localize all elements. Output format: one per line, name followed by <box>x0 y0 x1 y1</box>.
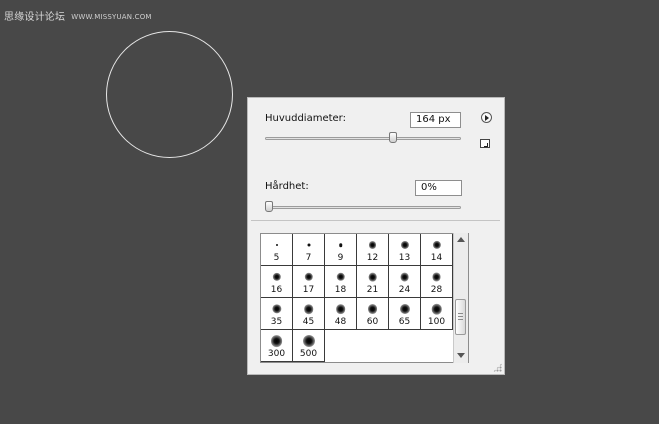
brush-preset-item[interactable]: 12 <box>357 234 389 266</box>
brush-preset-item[interactable]: 9 <box>325 234 357 266</box>
watermark: 思缘设计论坛 WWW.MISSYUAN.COM <box>4 8 152 23</box>
brush-preset-item[interactable]: 16 <box>261 266 293 298</box>
brush-size-label: 17 <box>302 285 315 295</box>
brush-cursor-circle <box>106 31 233 158</box>
brush-size-label: 21 <box>366 285 379 295</box>
brush-tip-icon <box>368 241 377 249</box>
brush-size-label: 18 <box>334 285 347 295</box>
brush-preset-item[interactable]: 14 <box>421 234 453 266</box>
brush-preset-item[interactable]: 60 <box>357 298 389 330</box>
scroll-thumb[interactable] <box>455 299 466 335</box>
hardness-slider-track[interactable] <box>265 206 461 209</box>
brush-size-label: 100 <box>427 317 446 327</box>
brush-preset-item[interactable]: 500 <box>293 330 325 362</box>
brush-preset-item[interactable]: 45 <box>293 298 325 330</box>
brush-size-label: 28 <box>430 285 443 295</box>
brush-size-label: 500 <box>299 349 318 359</box>
brush-tip-icon <box>400 272 409 282</box>
brush-size-label: 7 <box>305 253 312 263</box>
brush-tip-icon <box>275 244 278 246</box>
new-preset-icon[interactable] <box>480 139 490 148</box>
main-diameter-slider-thumb[interactable] <box>389 132 398 143</box>
brush-preset-item[interactable]: 28 <box>421 266 453 298</box>
brush-tip-icon <box>368 272 377 282</box>
brush-tip-icon <box>335 304 346 314</box>
brush-tip-icon <box>302 335 315 347</box>
brush-size-label: 35 <box>270 317 283 327</box>
brush-preset-item[interactable]: 17 <box>293 266 325 298</box>
brush-size-label: 45 <box>302 317 315 327</box>
brush-preset-item[interactable]: 5 <box>261 234 293 266</box>
hardness-slider-thumb[interactable] <box>265 201 273 212</box>
brush-preset-item[interactable]: 48 <box>325 298 357 330</box>
main-diameter-field[interactable]: 164 px <box>410 112 461 128</box>
preset-scrollbar[interactable] <box>453 233 468 363</box>
brush-tip-icon <box>270 335 283 347</box>
brush-preset-item[interactable]: 65 <box>389 298 421 330</box>
brush-preset-grid: 5 7 9 12 13 14 16 17 18 21 24 28 35 45 48 60 65 100 300 500 <box>261 234 453 362</box>
scroll-up-icon[interactable] <box>457 237 465 242</box>
brush-size-label: 60 <box>366 317 379 327</box>
hardness-label: Hårdhet: <box>265 181 309 192</box>
brush-tip-icon <box>338 243 343 247</box>
brush-size-label: 9 <box>337 253 344 263</box>
brush-size-label: 12 <box>366 253 379 263</box>
brush-size-label: 65 <box>398 317 411 327</box>
brush-tip-icon <box>336 272 345 282</box>
scroll-down-icon[interactable] <box>457 353 465 358</box>
hardness-field[interactable]: 0% <box>415 180 462 196</box>
main-diameter-slider-track[interactable] <box>265 137 461 140</box>
watermark-text: 思缘设计论坛 <box>4 12 66 23</box>
circle-arrow-right-icon[interactable] <box>481 112 492 123</box>
brush-preset-item[interactable]: 7 <box>293 234 325 266</box>
brush-size-label: 5 <box>273 253 280 263</box>
brush-preset-item[interactable]: 300 <box>261 330 293 362</box>
brush-tip-icon <box>303 304 314 314</box>
brush-preset-item[interactable]: 13 <box>389 234 421 266</box>
brush-size-label: 24 <box>398 285 411 295</box>
brush-tip-icon <box>400 240 409 250</box>
brush-preset-panel: Huvuddiameter: 164 px Hårdhet: 0% 5 7 9 12 1… <box>247 97 505 375</box>
brush-preset-list: 5 7 9 12 13 14 16 17 18 21 24 28 35 45 48 60 65 100 300 500 <box>260 233 469 363</box>
brush-tip-icon <box>399 304 410 314</box>
resize-grip-icon[interactable] <box>493 363 502 372</box>
brush-tip-icon <box>307 243 310 247</box>
brush-preset-item[interactable]: 21 <box>357 266 389 298</box>
brush-size-label: 16 <box>270 285 283 295</box>
brush-size-label: 14 <box>430 253 443 263</box>
main-diameter-label: Huvuddiameter: <box>265 113 346 124</box>
brush-preset-item[interactable]: 18 <box>325 266 357 298</box>
brush-tip-icon <box>271 304 282 314</box>
brush-preset-item[interactable]: 35 <box>261 298 293 330</box>
brush-tip-icon <box>367 304 378 314</box>
brush-tip-icon <box>304 272 313 282</box>
brush-tip-icon <box>431 303 442 315</box>
brush-size-label: 48 <box>334 317 347 327</box>
brush-preset-item[interactable]: 24 <box>389 266 421 298</box>
brush-tip-icon <box>272 272 281 282</box>
brush-tip-icon <box>432 272 441 282</box>
brush-size-label: 13 <box>398 253 411 263</box>
brush-size-label: 300 <box>267 349 286 359</box>
brush-tip-icon <box>432 240 441 250</box>
brush-preset-item[interactable]: 100 <box>421 298 453 330</box>
divider <box>251 220 500 221</box>
watermark-site: WWW.MISSYUAN.COM <box>71 13 152 21</box>
